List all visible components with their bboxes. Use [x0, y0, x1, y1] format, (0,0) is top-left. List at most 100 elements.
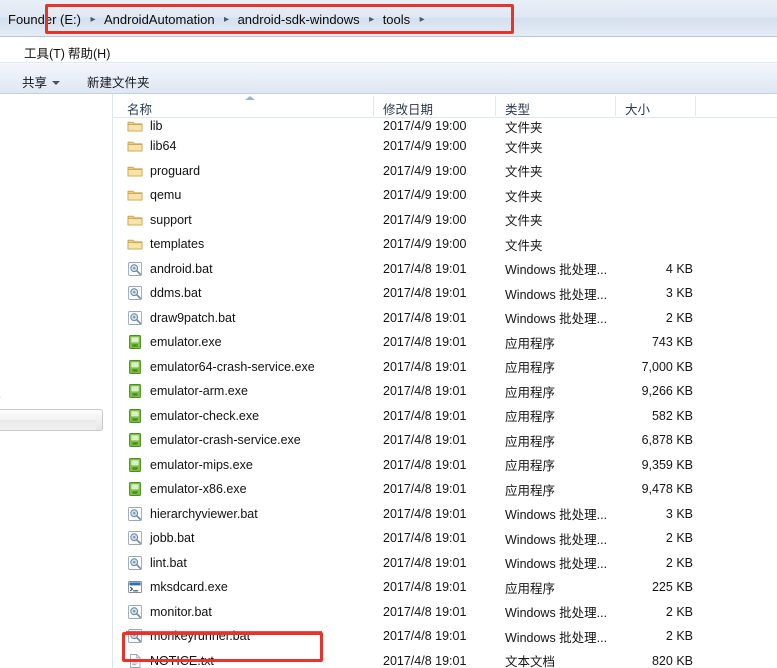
file-name-cell[interactable]: emulator-crash-service.exe	[127, 428, 301, 453]
file-name-cell[interactable]: emulator-x86.exe	[127, 477, 247, 502]
file-name-label: emulator-crash-service.exe	[150, 433, 301, 448]
file-size-cell: 9,359 KB	[641, 457, 693, 472]
file-size-cell: 2 KB	[665, 604, 693, 619]
file-size-cell: 4 KB	[665, 261, 693, 276]
table-row[interactable]: emulator-crash-service.exe 2017/4/8 19:01…	[113, 428, 777, 453]
address-bar[interactable]: Founder (E:) ▸ AndroidAutomation ▸ android-s…	[0, 0, 777, 37]
file-name-cell[interactable]: emulator64-crash-service.exe	[127, 355, 315, 380]
file-rows[interactable]: lib 2017/4/9 19:00 文件夹 lib64 2017/4/9 19:00 文…	[113, 114, 777, 668]
table-row[interactable]: hierarchyviewer.bat 2017/4/8 19:01 Windows…	[113, 502, 777, 527]
file-name-cell[interactable]: lint.bat	[127, 551, 187, 576]
command-new-folder[interactable]: 新建文件夹	[87, 72, 150, 91]
file-name-cell[interactable]: NOTICE.txt	[127, 649, 214, 668]
file-name-cell[interactable]: templates	[127, 232, 204, 257]
batch-file-icon	[128, 261, 142, 276]
file-type-cell: 文件夹	[505, 189, 543, 204]
table-row[interactable]: mksdcard.exe 2017/4/8 19:01 应用程序 225 KB	[113, 575, 777, 600]
file-size-cell	[575, 183, 693, 208]
sort-ascending-icon	[245, 96, 255, 100]
table-row[interactable]: templates 2017/4/9 19:00 文件夹	[113, 232, 777, 257]
table-row[interactable]: lib 2017/4/9 19:00 文件夹	[113, 114, 777, 135]
file-size-cell	[575, 208, 693, 233]
table-row[interactable]: android.bat 2017/4/8 19:01 Windows 批处理... 4…	[113, 257, 777, 282]
file-list-pane[interactable]: 名称 修改日期 类型 大小 lib 2017/4/9 19:00 文件夹 lib64 2…	[113, 94, 777, 668]
folder-icon	[127, 142, 143, 152]
file-size-cell: 2 KB	[665, 310, 693, 325]
table-row[interactable]: jobb.bat 2017/4/8 19:01 Windows 批处理... 2 KB	[113, 526, 777, 551]
batch-file-icon	[128, 604, 142, 619]
file-size-cell: 7,000 KB	[641, 359, 693, 374]
file-name-cell[interactable]: support	[127, 208, 192, 233]
column-divider-4[interactable]	[695, 96, 696, 116]
column-divider-1[interactable]	[373, 96, 374, 116]
background-window-button[interactable]	[0, 409, 102, 431]
file-date-cell: 2017/4/8 19:01	[383, 580, 467, 595]
breadcrumb-item-1[interactable]: AndroidAutomation	[100, 10, 220, 29]
column-divider-2[interactable]	[495, 96, 496, 116]
table-row[interactable]: emulator64-crash-service.exe 2017/4/8 19:…	[113, 355, 777, 380]
breadcrumb-separator-icon[interactable]: ▸	[220, 14, 234, 25]
application-icon	[129, 408, 141, 423]
table-row[interactable]: qemu 2017/4/9 19:00 文件夹	[113, 183, 777, 208]
file-type-cell: 文件夹	[505, 214, 543, 229]
file-date-cell: 2017/4/8 19:01	[383, 457, 467, 472]
file-name-cell[interactable]: proguard	[127, 159, 200, 184]
table-row[interactable]: draw9patch.bat 2017/4/8 19:01 Windows 批处理.…	[113, 306, 777, 331]
file-date-cell: 2017/4/8 19:01	[383, 653, 467, 668]
folder-icon	[127, 215, 143, 226]
file-name-cell[interactable]: emulator.exe	[127, 330, 222, 355]
table-row[interactable]: monkeyrunner.bat 2017/4/8 19:01 Windows 批处…	[113, 624, 777, 649]
table-row[interactable]: lint.bat 2017/4/8 19:01 Windows 批处理... 2 KB	[113, 551, 777, 576]
file-name-cell[interactable]: mksdcard.exe	[127, 575, 228, 600]
file-date-cell: 2017/4/8 19:01	[383, 286, 467, 301]
background-window-button-edge	[96, 409, 103, 431]
table-row[interactable]: proguard 2017/4/9 19:00 文件夹	[113, 159, 777, 184]
table-row[interactable]: NOTICE.txt 2017/4/8 19:01 文本文档 820 KB	[113, 649, 777, 668]
file-name-cell[interactable]: monkeyrunner.bat	[127, 624, 250, 649]
file-name-cell[interactable]: qemu	[127, 183, 181, 208]
batch-file-icon	[128, 506, 142, 521]
file-type-cell: 文件夹	[505, 238, 543, 253]
file-date-cell: 2017/4/8 19:01	[383, 531, 467, 546]
file-size-cell: 743 KB	[651, 335, 693, 350]
table-row[interactable]: emulator-x86.exe 2017/4/8 19:01 应用程序 9,478 …	[113, 477, 777, 502]
file-name-label: monitor.bat	[150, 604, 212, 619]
command-bar: 共享 新建文件夹	[0, 63, 777, 94]
breadcrumb-item-0[interactable]: Founder (E:)	[4, 10, 86, 29]
file-date-cell: 2017/4/9 19:00	[383, 163, 467, 178]
file-name-label: emulator-x86.exe	[150, 482, 247, 497]
breadcrumb-item-3[interactable]: tools	[379, 10, 415, 29]
file-name-cell[interactable]: ddms.bat	[127, 281, 201, 306]
file-type-cell: 应用程序	[505, 361, 556, 376]
table-row[interactable]: lib64 2017/4/9 19:00 文件夹	[113, 134, 777, 159]
background-window-text: e	[0, 390, 1, 404]
breadcrumb-separator-icon[interactable]: ▸	[86, 14, 100, 25]
breadcrumb[interactable]: Founder (E:) ▸ AndroidAutomation ▸ android-s…	[4, 10, 429, 29]
menu-help[interactable]: 帮助(H)	[62, 42, 116, 63]
folder-icon	[127, 191, 143, 201]
breadcrumb-item-2[interactable]: android-sdk-windows	[234, 10, 365, 29]
table-row[interactable]: support 2017/4/9 19:00 文件夹	[113, 208, 777, 233]
file-name-cell[interactable]: lib64	[127, 134, 176, 159]
breadcrumb-separator-icon[interactable]: ▸	[365, 14, 379, 25]
folder-icon	[127, 122, 143, 132]
table-row[interactable]: emulator-check.exe 2017/4/8 19:01 应用程序 582 …	[113, 404, 777, 429]
file-name-cell[interactable]: hierarchyviewer.bat	[127, 502, 258, 527]
table-row[interactable]: monitor.bat 2017/4/8 19:01 Windows 批处理... 2…	[113, 600, 777, 625]
file-name-cell[interactable]: monitor.bat	[127, 600, 212, 625]
command-share[interactable]: 共享	[22, 72, 61, 91]
file-name-cell[interactable]: emulator-check.exe	[127, 404, 259, 429]
application-icon	[129, 384, 141, 399]
table-row[interactable]: ddms.bat 2017/4/8 19:01 Windows 批处理... 3 KB	[113, 281, 777, 306]
file-name-cell[interactable]: draw9patch.bat	[127, 306, 235, 331]
file-name-label: proguard	[150, 163, 201, 178]
breadcrumb-separator-icon[interactable]: ▸	[415, 14, 429, 25]
file-name-cell[interactable]: android.bat	[127, 257, 213, 282]
table-row[interactable]: emulator-mips.exe 2017/4/8 19:01 应用程序 9,359…	[113, 453, 777, 478]
file-name-cell[interactable]: jobb.bat	[127, 526, 194, 551]
file-name-cell[interactable]: emulator-arm.exe	[127, 379, 248, 404]
file-name-cell[interactable]: emulator-mips.exe	[127, 453, 253, 478]
table-row[interactable]: emulator.exe 2017/4/8 19:01 应用程序 743 KB	[113, 330, 777, 355]
table-row[interactable]: emulator-arm.exe 2017/4/8 19:01 应用程序 9,266 …	[113, 379, 777, 404]
column-divider-3[interactable]	[615, 96, 616, 116]
